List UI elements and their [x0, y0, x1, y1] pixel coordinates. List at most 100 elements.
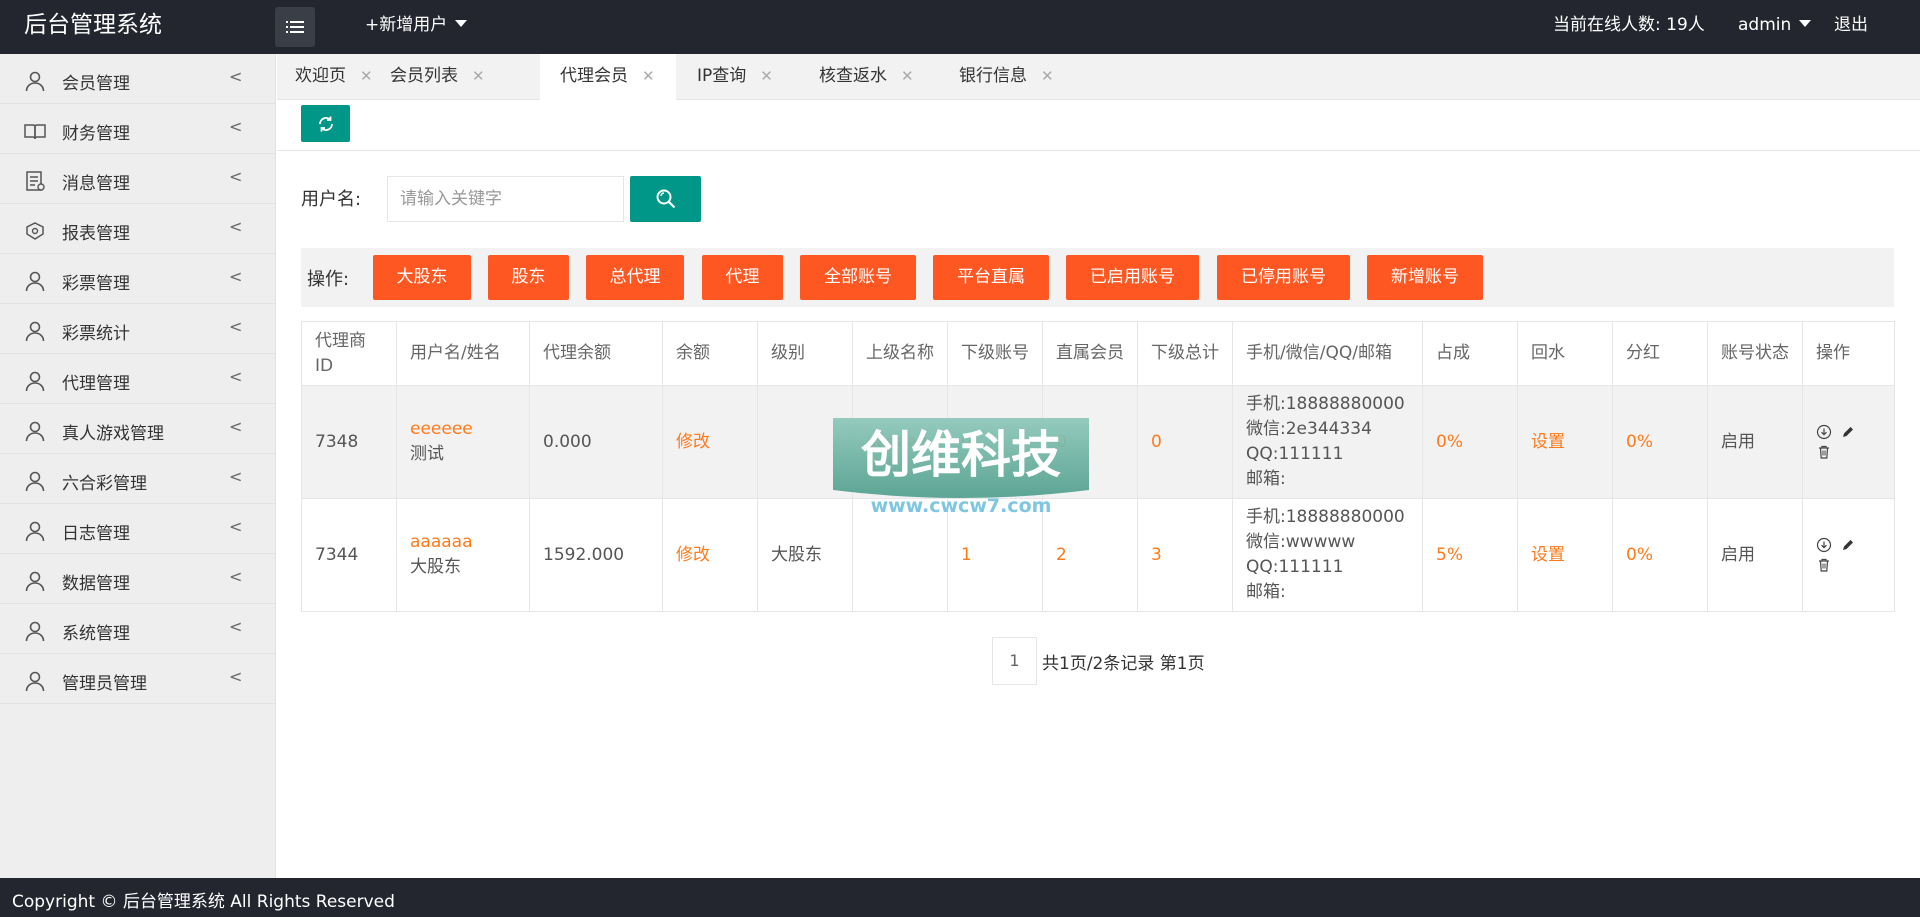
close-icon[interactable]: ✕ — [360, 67, 373, 85]
chevron-left-icon: < — [229, 367, 243, 386]
sidebar-item[interactable]: 彩票管理 < — [0, 254, 275, 304]
column-header: 上级名称 — [852, 321, 948, 386]
edit-pencil-icon[interactable] — [1840, 424, 1856, 440]
cell-agent-balance: 0.000 — [529, 385, 663, 499]
sidebar-item[interactable]: 代理管理 < — [0, 354, 275, 404]
sidebar-item[interactable]: 日志管理 < — [0, 504, 275, 554]
chevron-left-icon: < — [229, 267, 243, 286]
cell-share: 0% — [1422, 385, 1518, 499]
cell-actions — [1802, 385, 1895, 499]
close-icon[interactable]: ✕ — [901, 67, 914, 85]
book-icon — [24, 124, 46, 140]
online-count: 当前在线人数: 19人 — [1553, 15, 1705, 35]
search-button[interactable] — [630, 176, 701, 222]
sidebar-item[interactable]: 真人游戏管理 < — [0, 404, 275, 454]
cell-parent: aaaaaa — [852, 385, 948, 499]
direct-members-link[interactable]: 0 — [1056, 432, 1067, 452]
cell-sub-total: 3 — [1137, 498, 1233, 612]
cell-level — [757, 385, 853, 499]
tab-bar: 欢迎页 ✕ 会员列表 ✕ 代理会员 ✕ IP查询 ✕ 核查返水 ✕ 银行信息 ✕ — [277, 54, 1920, 100]
logout-link[interactable]: 退出 — [1834, 0, 1868, 50]
filter-agent-button[interactable]: 代理 — [702, 255, 783, 300]
sidebar-item-label: 财务管理 — [62, 124, 130, 144]
dividend-value: 0% — [1626, 431, 1653, 452]
refresh-button[interactable] — [301, 105, 350, 142]
add-user-menu[interactable]: +新增用户 — [365, 0, 468, 50]
footer: Copyright © 后台管理系统 All Rights Reserved — [0, 878, 1920, 917]
column-header: 下级总计 — [1137, 321, 1233, 386]
cell-direct-members: 2 — [1042, 498, 1138, 612]
table-row: 7344 aaaaaa 大股东 1592.000 修改 大股东 1 2 3 手机:18888880… — [301, 498, 1895, 612]
close-icon[interactable]: ✕ — [1041, 67, 1054, 85]
cell-rebate: 设置 — [1517, 385, 1613, 499]
cell-direct-members: 0 — [1042, 385, 1138, 499]
cell-sub-accounts: 0 — [947, 385, 1043, 499]
sidebar-item[interactable]: 管理员管理 < — [0, 654, 275, 704]
filter-disabled-accounts-button[interactable]: 已停用账号 — [1217, 255, 1350, 300]
table-header-row: 代理商ID 用户名/姓名 代理余额 余额 级别 上级名称 下级账号 直属会员 下级总计 手机/微信… — [301, 321, 1895, 386]
download-icon[interactable] — [1816, 424, 1832, 440]
sub-accounts-link[interactable]: 1 — [961, 545, 972, 565]
page-number-button[interactable]: 1 — [992, 637, 1037, 685]
filter-platform-direct-button[interactable]: 平台直属 — [933, 255, 1049, 300]
parent-link[interactable]: aaaaaa — [866, 432, 929, 452]
username-link[interactable]: aaaaaa — [410, 532, 473, 552]
edit-balance-link[interactable]: 修改 — [676, 545, 710, 565]
user-icon — [25, 421, 45, 442]
chevron-left-icon: < — [229, 567, 243, 586]
edit-pencil-icon[interactable] — [1840, 537, 1856, 553]
close-icon[interactable]: ✕ — [642, 67, 655, 85]
sidebar-item-label: 真人游戏管理 — [62, 424, 164, 444]
trash-icon[interactable] — [1816, 444, 1832, 460]
download-icon[interactable] — [1816, 537, 1832, 553]
tab-member-list[interactable]: 会员列表 ✕ — [390, 54, 512, 100]
sidebar-item[interactable]: 会员管理 < — [0, 54, 275, 104]
username-link[interactable]: eeeeee — [410, 419, 473, 439]
column-header: 下级账号 — [947, 321, 1043, 386]
chevron-left-icon: < — [229, 217, 243, 236]
divider — [277, 150, 1920, 151]
sub-total-link[interactable]: 3 — [1151, 545, 1162, 565]
admin-menu[interactable]: admin — [1738, 0, 1812, 50]
tab-agent-members[interactable]: 代理会员 ✕ — [540, 54, 676, 100]
filter-enabled-accounts-button[interactable]: 已启用账号 — [1066, 255, 1199, 300]
filter-major-shareholder-button[interactable]: 大股东 — [373, 255, 471, 300]
tab-rebate-check[interactable]: 核查返水 ✕ — [819, 54, 939, 100]
cell-balance: 修改 — [662, 498, 758, 612]
chevron-left-icon: < — [229, 317, 243, 336]
close-icon[interactable]: ✕ — [760, 67, 773, 85]
tab-ip-query[interactable]: IP查询 ✕ — [697, 54, 797, 100]
rebate-setting-link[interactable]: 设置 — [1531, 432, 1565, 452]
filter-shareholder-button[interactable]: 股东 — [488, 255, 569, 300]
close-icon[interactable]: ✕ — [472, 67, 485, 85]
dividend-value: 0% — [1626, 544, 1653, 565]
menu-toggle-button[interactable] — [275, 7, 315, 47]
sidebar-item[interactable]: 报表管理 < — [0, 204, 275, 254]
sidebar-item[interactable]: 彩票统计 < — [0, 304, 275, 354]
direct-members-link[interactable]: 2 — [1056, 545, 1067, 565]
column-header: 账号状态 — [1707, 321, 1803, 386]
sidebar-item[interactable]: 六合彩管理 < — [0, 454, 275, 504]
filter-all-accounts-button[interactable]: 全部账号 — [800, 255, 916, 300]
sidebar-item[interactable]: 财务管理 < — [0, 104, 275, 154]
search-input[interactable] — [387, 176, 624, 222]
tab-welcome[interactable]: 欢迎页 ✕ — [277, 54, 377, 100]
sidebar-item[interactable]: 消息管理 < — [0, 154, 275, 204]
filter-general-agent-button[interactable]: 总代理 — [586, 255, 684, 300]
tab-bank-info[interactable]: 银行信息 ✕ — [959, 54, 1079, 100]
cell-actions — [1802, 498, 1895, 612]
cell-status: 启用 — [1707, 498, 1803, 612]
chevron-left-icon: < — [229, 117, 243, 136]
sidebar-item[interactable]: 系统管理 < — [0, 604, 275, 654]
sub-total-link[interactable]: 0 — [1151, 432, 1162, 452]
rebate-setting-link[interactable]: 设置 — [1531, 545, 1565, 565]
add-account-button[interactable]: 新增账号 — [1367, 255, 1483, 300]
trash-icon[interactable] — [1816, 557, 1832, 573]
username-label: 用户名: — [301, 189, 362, 210]
sub-accounts-link[interactable]: 0 — [961, 432, 972, 452]
sidebar-item-label: 彩票管理 — [62, 274, 130, 294]
sidebar-item[interactable]: 数据管理 < — [0, 554, 275, 604]
sidebar-item-label: 彩票统计 — [62, 324, 130, 344]
add-user-label: +新增用户 — [365, 15, 448, 35]
edit-balance-link[interactable]: 修改 — [676, 432, 710, 452]
